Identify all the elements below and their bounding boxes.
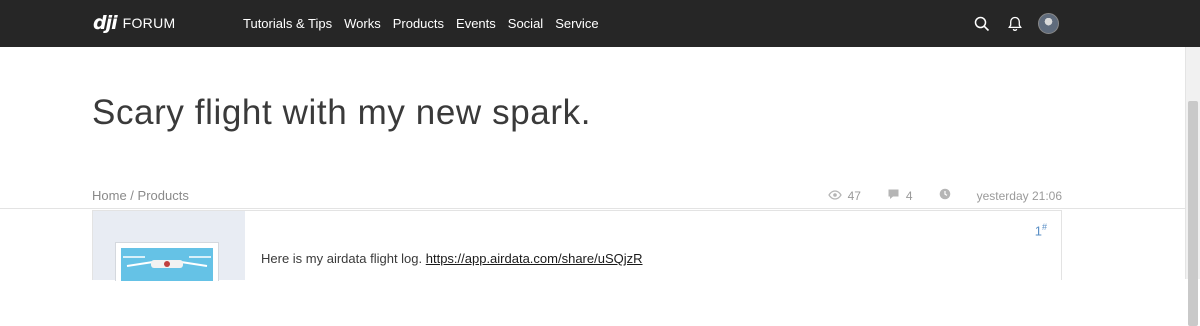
breadcrumb: Home / Products bbox=[92, 188, 189, 203]
nav-events[interactable]: Events bbox=[456, 16, 496, 31]
author-avatar[interactable] bbox=[115, 242, 219, 281]
breadcrumb-products[interactable]: Products bbox=[138, 188, 189, 203]
view-count: 47 bbox=[847, 188, 861, 203]
clock-icon bbox=[939, 188, 951, 203]
forum-logo-text: FORUM bbox=[122, 15, 176, 31]
bell-icon[interactable] bbox=[1005, 14, 1025, 34]
dji-forum-logo[interactable]: dji FORUM bbox=[93, 12, 175, 34]
thread-meta: 47 4 yesterday 21:06 bbox=[827, 188, 1062, 203]
reply-count: 4 bbox=[905, 188, 913, 203]
floor-number: 1 bbox=[1034, 223, 1042, 239]
thread-title: Scary flight with my new spark. bbox=[92, 93, 592, 132]
author-avatar-image bbox=[121, 248, 213, 281]
nav-tutorials-tips[interactable]: Tutorials & Tips bbox=[243, 16, 332, 31]
airdata-link[interactable]: https://app.airdata.com/share/uSQjzR bbox=[426, 251, 643, 266]
user-avatar[interactable] bbox=[1038, 13, 1059, 34]
scrollbar-thumb[interactable] bbox=[1188, 101, 1198, 326]
post-body: Here is my airdata flight log. https://a… bbox=[261, 251, 643, 266]
post-author-sidebar bbox=[93, 211, 245, 281]
post-floor-number[interactable]: 1# bbox=[1035, 222, 1047, 238]
dji-logo-mark: dji bbox=[93, 12, 118, 34]
eye-icon bbox=[827, 189, 842, 203]
nav-products[interactable]: Products bbox=[393, 16, 444, 31]
main-nav: Tutorials & Tips Works Products Events S… bbox=[243, 0, 599, 47]
post-body-text: Here is my airdata flight log. bbox=[261, 251, 426, 266]
top-navbar: dji FORUM Tutorials & Tips Works Product… bbox=[0, 0, 1200, 47]
post-time: yesterday 21:06 bbox=[976, 188, 1062, 203]
breadcrumb-separator: / bbox=[126, 188, 138, 203]
nav-works[interactable]: Works bbox=[344, 16, 381, 31]
nav-social[interactable]: Social bbox=[508, 16, 543, 31]
floor-suffix: # bbox=[1041, 222, 1047, 232]
header-actions bbox=[972, 0, 1059, 47]
header-divider bbox=[0, 208, 1186, 209]
page-scrollbar[interactable] bbox=[1185, 47, 1200, 326]
post-card: 1# Here is my airdata flight log. https:… bbox=[92, 210, 1062, 281]
search-icon[interactable] bbox=[972, 14, 992, 34]
comment-icon bbox=[887, 188, 900, 203]
breadcrumb-home[interactable]: Home bbox=[92, 188, 127, 203]
nav-service[interactable]: Service bbox=[555, 16, 598, 31]
